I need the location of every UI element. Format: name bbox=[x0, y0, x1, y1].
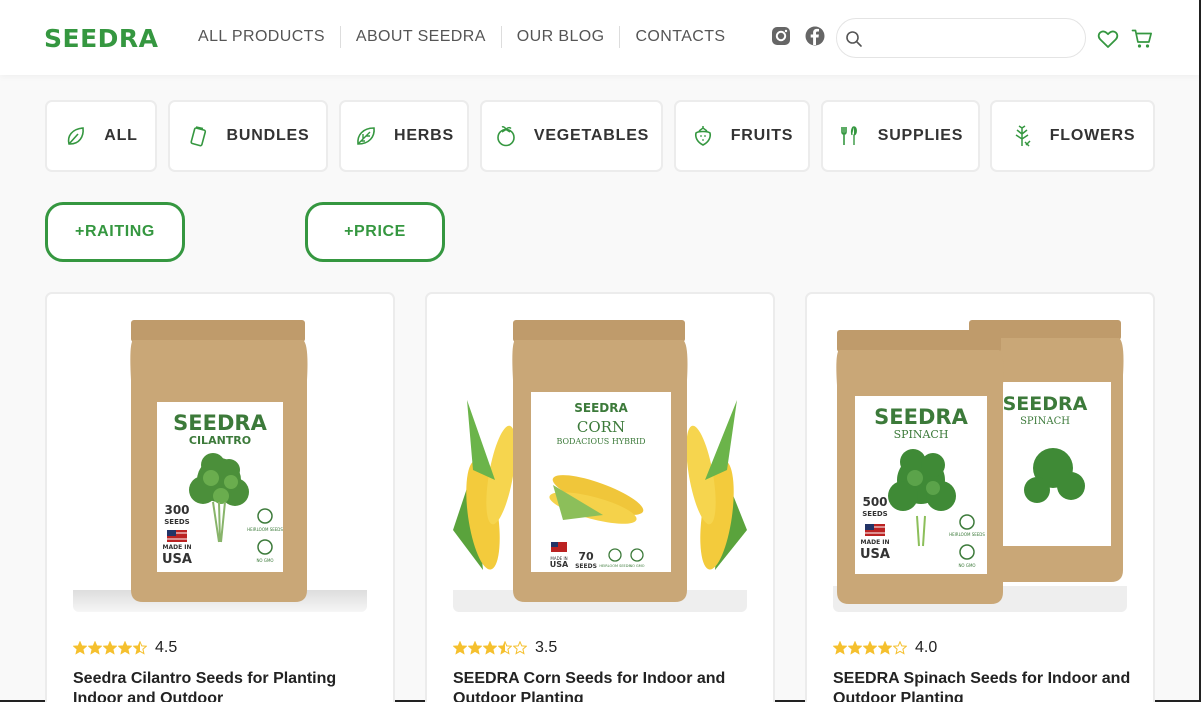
product-card-corn[interactable]: SEEDRA CORN BODACIOUS HYBRID MADE IN USA… bbox=[425, 292, 775, 702]
star-full-icon bbox=[483, 641, 497, 655]
category-label: FLOWERS bbox=[1049, 127, 1136, 144]
pack-country: USA bbox=[162, 552, 192, 567]
rating-stars bbox=[453, 641, 527, 655]
pack-badge-heirloom: HEIRLOOM SEEDS bbox=[247, 527, 283, 532]
pack-brand: SEEDRA bbox=[173, 411, 267, 435]
filter-price-button[interactable]: +PRICE bbox=[305, 202, 445, 262]
site-header: SEEDRA ALL PRODUCTS ABOUT SEEDRA OUR BLO… bbox=[0, 0, 1199, 75]
product-card-spinach[interactable]: SEEDRA SPINACH SEEDRA SPINACH 500 SEEDS … bbox=[805, 292, 1155, 702]
nav-all-products[interactable]: ALL PRODUCTS bbox=[183, 26, 341, 48]
product-card-cilantro[interactable]: SEEDRA CILANTRO 300 SEEDS MADE IN USA HE… bbox=[45, 292, 395, 702]
pack-seed-unit: SEEDS bbox=[862, 510, 887, 518]
category-bundles[interactable]: BUNDLES bbox=[168, 100, 328, 172]
star-full-icon bbox=[833, 641, 847, 655]
nav-our-blog[interactable]: OUR BLOG bbox=[502, 26, 621, 48]
product-title[interactable]: SEEDRA Corn Seeds for Indoor and Outdoor… bbox=[453, 669, 753, 702]
facebook-icon[interactable] bbox=[805, 26, 825, 46]
nav-contacts[interactable]: CONTACTS bbox=[620, 26, 740, 48]
star-full-icon bbox=[88, 641, 102, 655]
star-half-icon bbox=[498, 641, 512, 655]
pack-seed-count: 70 bbox=[578, 550, 594, 563]
pack-country: USA bbox=[550, 560, 569, 569]
svg-text:SEEDRA: SEEDRA bbox=[1003, 393, 1088, 415]
pack-badge-no-gmo: NO GMO bbox=[958, 563, 975, 568]
category-label: BUNDLES bbox=[226, 127, 310, 144]
pack-badge-no-gmo: NO GMO bbox=[256, 558, 273, 563]
category-label: VEGETABLES bbox=[533, 127, 650, 144]
herb-leaf-icon bbox=[357, 127, 375, 145]
category-herbs[interactable]: HERBS bbox=[339, 100, 469, 172]
pack-brand: SEEDRA bbox=[574, 401, 628, 415]
rating-stars bbox=[73, 641, 147, 655]
pack-seed-unit: SEEDS bbox=[575, 563, 597, 570]
pack-badge-no-gmo: NO GMO bbox=[630, 564, 645, 568]
garden-tools-icon bbox=[840, 126, 857, 145]
star-full-icon bbox=[468, 641, 482, 655]
category-vegetables[interactable]: VEGETABLES bbox=[480, 100, 663, 172]
pack-made-in: MADE IN bbox=[162, 544, 191, 551]
category-label: HERBS bbox=[393, 127, 454, 144]
main-nav: ALL PRODUCTS ABOUT SEEDRA OUR BLOG CONTA… bbox=[183, 26, 740, 48]
seedra-logo[interactable]: SEEDRA bbox=[44, 24, 159, 53]
flower-icon bbox=[1015, 125, 1031, 147]
category-all[interactable]: ALL bbox=[45, 100, 157, 172]
star-full-icon bbox=[103, 641, 117, 655]
pack-name: SPINACH bbox=[894, 428, 949, 441]
product-image[interactable]: SEEDRA CILANTRO 300 SEEDS MADE IN USA HE… bbox=[73, 320, 367, 612]
star-empty-icon bbox=[513, 641, 527, 655]
product-rating: 4.0 bbox=[833, 639, 937, 657]
search-input[interactable] bbox=[867, 21, 1077, 55]
star-empty-icon bbox=[893, 641, 907, 655]
pack-name: CILANTRO bbox=[189, 434, 251, 447]
rating-value: 4.5 bbox=[155, 639, 178, 656]
strawberry-icon bbox=[694, 126, 711, 146]
svg-text:SPINACH: SPINACH bbox=[1020, 416, 1070, 427]
pack-subtitle: BODACIOUS HYBRID bbox=[556, 437, 645, 446]
rating-value: 4.0 bbox=[915, 639, 938, 656]
pack-badge-heirloom: HEIRLOOM SEEDS bbox=[949, 532, 985, 537]
rating-stars bbox=[833, 641, 907, 655]
vegetable-icon bbox=[497, 126, 515, 147]
pack-country: USA bbox=[860, 547, 890, 562]
pack-name: CORN bbox=[577, 418, 625, 436]
rating-value: 3.5 bbox=[535, 639, 558, 656]
star-full-icon bbox=[878, 641, 892, 655]
product-title[interactable]: SEEDRA Spinach Seeds for Indoor and Outd… bbox=[833, 669, 1133, 702]
product-rating: 3.5 bbox=[453, 639, 557, 657]
category-fruits[interactable]: FRUITS bbox=[674, 100, 810, 172]
star-full-icon bbox=[863, 641, 877, 655]
star-half-icon bbox=[133, 641, 147, 655]
star-full-icon bbox=[453, 641, 467, 655]
heart-icon[interactable] bbox=[1097, 28, 1119, 50]
filter-rating-button[interactable]: +RAITING bbox=[45, 202, 185, 262]
search-bar bbox=[836, 18, 1086, 58]
pack-seed-unit: SEEDS bbox=[164, 518, 189, 526]
star-full-icon bbox=[118, 641, 132, 655]
category-label: ALL bbox=[104, 127, 138, 144]
pack-seed-count: 500 bbox=[862, 495, 887, 509]
pack-seed-count: 300 bbox=[164, 503, 189, 517]
product-image[interactable]: SEEDRA SPINACH SEEDRA SPINACH 500 SEEDS … bbox=[833, 320, 1127, 612]
star-full-icon bbox=[848, 641, 862, 655]
bundle-pack-icon bbox=[189, 126, 206, 147]
leaf-icon bbox=[68, 127, 85, 145]
category-supplies[interactable]: SUPPLIES bbox=[821, 100, 980, 172]
category-label: SUPPLIES bbox=[877, 127, 964, 144]
search-icon[interactable] bbox=[845, 30, 863, 48]
category-label: FRUITS bbox=[730, 127, 794, 144]
pack-made-in: MADE IN bbox=[860, 539, 889, 546]
product-rating: 4.5 bbox=[73, 639, 177, 657]
pack-badge-heirloom: HEIRLOOM SEEDS bbox=[599, 564, 631, 568]
category-flowers[interactable]: FLOWERS bbox=[990, 100, 1155, 172]
instagram-icon[interactable] bbox=[771, 26, 791, 46]
pack-brand: SEEDRA bbox=[874, 405, 968, 429]
nav-about-seedra[interactable]: ABOUT SEEDRA bbox=[341, 26, 502, 48]
product-title[interactable]: Seedra Cilantro Seeds for Planting Indoo… bbox=[73, 669, 373, 702]
star-full-icon bbox=[73, 641, 87, 655]
product-image[interactable]: SEEDRA CORN BODACIOUS HYBRID MADE IN USA… bbox=[453, 320, 747, 612]
cart-icon[interactable] bbox=[1131, 28, 1153, 50]
